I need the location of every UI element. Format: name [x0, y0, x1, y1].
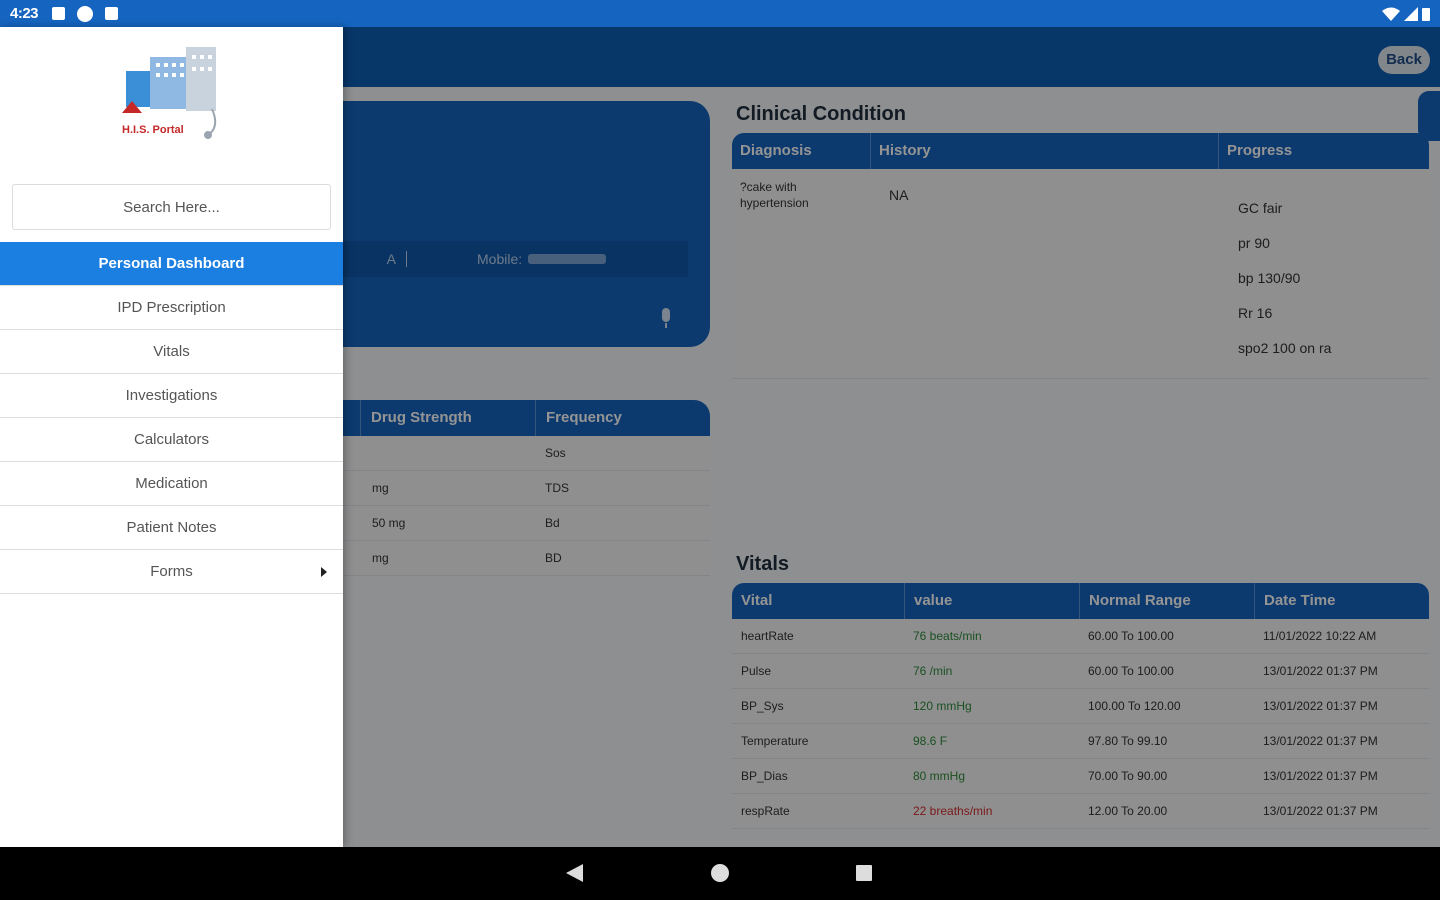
status-time: 4:23 — [10, 5, 39, 22]
nav-home-icon[interactable] — [711, 864, 729, 882]
system-nav-bar — [0, 847, 1440, 900]
podcast-icon — [77, 5, 94, 22]
status-right-icons — [1382, 6, 1430, 21]
chevron-right-icon — [321, 567, 327, 577]
battery-icon — [1422, 7, 1430, 21]
search-input[interactable] — [12, 184, 331, 230]
menu-item-medication[interactable]: Medication — [0, 462, 343, 506]
svg-text:H.I.S. Portal: H.I.S. Portal — [122, 124, 184, 136]
navigation-drawer: H.I.S. Portal Personal Dashboard IPD Pre… — [0, 27, 343, 847]
status-bar: 4:23 — [0, 0, 1440, 27]
sd-card-icon — [105, 7, 119, 20]
menu-item-investigations[interactable]: Investigations — [0, 374, 343, 418]
notification-icon — [52, 7, 66, 20]
menu-item-ipd-prescription[interactable]: IPD Prescription — [0, 286, 343, 330]
menu-item-vitals[interactable]: Vitals — [0, 330, 343, 374]
menu-item-forms[interactable]: Forms — [0, 550, 343, 594]
menu-item-personal-dashboard[interactable]: Personal Dashboard — [0, 242, 343, 286]
wifi-icon — [1382, 7, 1400, 21]
signal-icon — [1404, 6, 1418, 21]
menu-item-patient-notes[interactable]: Patient Notes — [0, 506, 343, 550]
drawer-menu: Personal Dashboard IPD Prescription Vita… — [0, 242, 343, 594]
app-screen: 4:23 Back A Mobile: Drug Strength Freque… — [0, 0, 1440, 900]
nav-recents-icon[interactable] — [856, 865, 872, 881]
his-portal-logo: H.I.S. Portal — [122, 47, 217, 139]
nav-back-icon[interactable] — [566, 864, 583, 882]
menu-item-forms-label: Forms — [150, 563, 193, 580]
menu-item-calculators[interactable]: Calculators — [0, 418, 343, 462]
